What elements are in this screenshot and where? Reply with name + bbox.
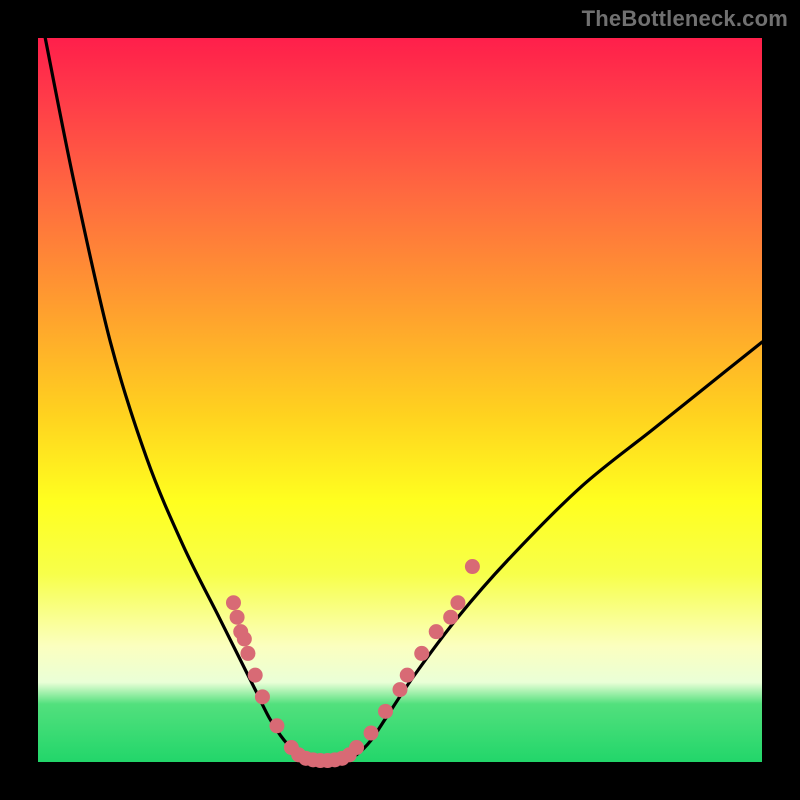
curve-marker [443,610,458,625]
curve-svg [38,38,762,762]
curve-marker [230,610,245,625]
curve-marker [378,704,393,719]
curve-marker [393,682,408,697]
chart-stage: TheBottleneck.com [0,0,800,800]
curve-marker [349,740,364,755]
curve-marker [465,559,480,574]
plot-area [38,38,762,762]
curve-marker [429,624,444,639]
curve-marker [269,718,284,733]
curve-marker [400,668,415,683]
curve-marker [226,595,241,610]
curve-marker [450,595,465,610]
curve-marker [255,689,270,704]
curve-marker [364,726,379,741]
curve-marker [414,646,429,661]
curve-marker [248,668,263,683]
curve-markers [226,559,480,768]
curve-marker [240,646,255,661]
watermark-text: TheBottleneck.com [582,6,788,32]
bottleneck-curve [45,38,762,763]
curve-marker [237,631,252,646]
